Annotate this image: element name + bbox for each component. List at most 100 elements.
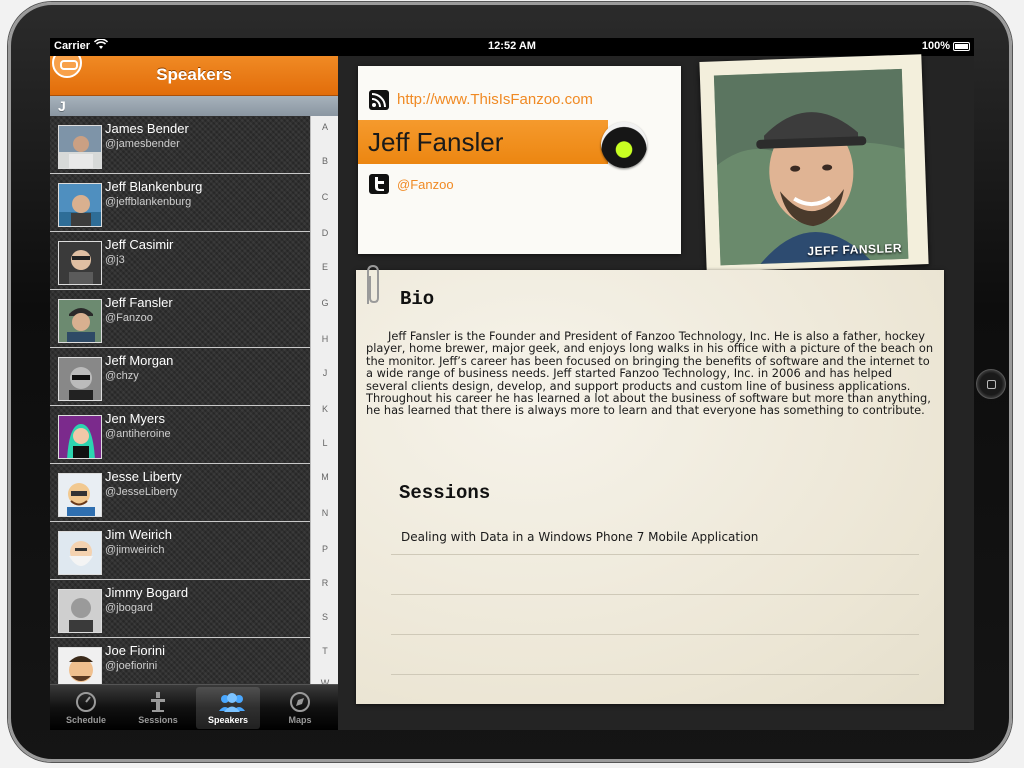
avatar (58, 531, 102, 575)
avatar (58, 299, 102, 343)
tab-speakers[interactable]: Speakers (196, 687, 260, 729)
section-header-j: J (50, 96, 338, 116)
home-square-icon (987, 380, 996, 389)
clock-time: 12:52 AM (488, 40, 536, 52)
speakers-panel: Speakers J James Bender @jamesbender Jef… (50, 56, 338, 730)
compass-icon (289, 691, 311, 713)
speakers-header: Speakers (50, 56, 338, 96)
tab-sessions[interactable]: Sessions (126, 687, 190, 729)
sessions-heading: Sessions (399, 482, 491, 504)
index-letter[interactable]: G (311, 298, 338, 308)
speaker-handle: @Fanzoo (105, 312, 153, 324)
speaker-handle: @jamesbender (105, 138, 180, 150)
speaker-name: Jeff Blankenburg (105, 179, 203, 194)
bio-panel: Bio Jeff Fansler is the Founder and Pres… (356, 264, 944, 704)
tab-label: Speakers (207, 715, 249, 725)
avatar (58, 415, 102, 459)
index-letter[interactable]: L (311, 438, 338, 448)
speaker-name: Jeff Casimir (105, 237, 174, 252)
index-letter[interactable]: R (311, 578, 338, 588)
index-letter[interactable]: E (311, 262, 338, 272)
website-link[interactable]: http://www.ThisIsFanzoo.com (397, 91, 593, 108)
speaker-row[interactable]: Jim Weirich @jimweirich (50, 522, 310, 580)
status-bar: Carrier 12:52 AM 100% (50, 38, 974, 56)
bio-heading: Bio (400, 288, 435, 310)
index-letter[interactable]: N (311, 508, 338, 518)
avatar (58, 589, 102, 633)
speaker-name-title: Jeff Fansler (368, 127, 504, 157)
session-item[interactable]: Dealing with Data in a Windows Phone 7 M… (401, 530, 758, 544)
speaker-handle: @jimweirich (105, 544, 165, 556)
speaker-photo-frame: JEFF FANSLER (699, 54, 929, 272)
speaker-row[interactable]: James Bender @jamesbender (50, 116, 310, 174)
avatar (58, 125, 102, 169)
avatar (58, 183, 102, 227)
speaker-name: Jeff Morgan (105, 353, 174, 368)
speaker-handle: @j3 (105, 254, 125, 266)
index-letter[interactable]: P (311, 544, 338, 554)
divider (391, 674, 919, 675)
tab-label: Sessions (138, 715, 178, 725)
tab-label: Maps (288, 715, 312, 725)
speaker-name: Jesse Liberty (105, 469, 182, 484)
speaker-row[interactable]: Jesse Liberty @JesseLiberty (50, 464, 310, 522)
clock-icon (75, 691, 97, 713)
twitter-icon (369, 174, 389, 194)
home-button[interactable] (976, 369, 1006, 399)
speaker-handle: @joefiorini (105, 660, 158, 672)
divider (391, 634, 919, 635)
speaker-name: Jim Weirich (105, 527, 172, 542)
tab-maps[interactable]: Maps (268, 687, 332, 729)
index-letter[interactable]: C (311, 192, 338, 202)
speaker-row[interactable]: Jeff Blankenburg @jeffblankenburg (50, 174, 310, 232)
speaker-name: James Bender (105, 121, 189, 136)
speakers-title: Speakers (156, 65, 232, 84)
fanzoo-logo-icon (601, 122, 647, 168)
divider (391, 594, 919, 595)
avatar (58, 241, 102, 285)
speaker-handle: @jeffblankenburg (105, 196, 192, 208)
index-letter[interactable]: J (311, 368, 338, 378)
speaker-row[interactable]: Jeff Fansler @Fanzoo (50, 290, 310, 348)
battery-percent: 100% (921, 40, 950, 52)
divider (391, 554, 919, 555)
alphabet-index[interactable]: A B C D E G H J K L M N P R S T W (310, 116, 338, 688)
index-letter[interactable]: M (311, 472, 338, 482)
speaker-row[interactable]: Jeff Morgan @chzy (50, 348, 310, 406)
battery-icon (953, 42, 970, 51)
name-band: Jeff Fansler (358, 120, 608, 164)
speaker-handle: @JesseLiberty (105, 486, 178, 498)
speaker-name: Joe Fiorini (105, 643, 165, 658)
index-letter[interactable]: A (311, 122, 338, 132)
speaker-name: Jeff Fansler (105, 295, 173, 310)
tab-label: Schedule (65, 715, 106, 725)
speaker-list: James Bender @jamesbender Jeff Blankenbu… (50, 116, 310, 696)
speaker-name: Jen Myers (105, 411, 165, 426)
index-letter[interactable]: B (311, 156, 338, 166)
index-letter[interactable]: H (311, 334, 338, 344)
paperclip-icon (360, 264, 386, 310)
avatar (58, 357, 102, 401)
speaker-row[interactable]: Jeff Casimir @j3 (50, 232, 310, 290)
avatar (58, 473, 102, 517)
speaker-handle: @antiheroine (105, 428, 171, 440)
speaker-card: http://www.ThisIsFanzoo.com Jeff Fansler… (358, 66, 681, 254)
speaker-handle: @chzy (105, 370, 139, 382)
index-letter[interactable]: S (311, 612, 338, 622)
speaker-handle: @jbogard (105, 602, 153, 614)
bio-text: Jeff Fansler is the Founder and Presiden… (366, 329, 934, 418)
tab-schedule[interactable]: Schedule (54, 687, 118, 729)
people-icon (217, 691, 245, 713)
speaker-row[interactable]: Jen Myers @antiheroine (50, 406, 310, 464)
tab-bar: Schedule Sessions Speakers Maps (50, 684, 338, 730)
index-letter[interactable]: D (311, 228, 338, 238)
speaker-detail: http://www.ThisIsFanzoo.com Jeff Fansler… (338, 54, 974, 730)
twitter-link[interactable]: @Fanzoo (397, 177, 454, 192)
rss-icon (369, 90, 389, 110)
screen: Carrier 12:52 AM 100% Speakers J James B… (50, 38, 974, 730)
speaker-row[interactable]: Jimmy Bogard @jbogard (50, 580, 310, 638)
index-letter[interactable]: K (311, 404, 338, 414)
index-letter[interactable]: T (311, 646, 338, 656)
speaker-name: Jimmy Bogard (105, 585, 189, 600)
speaker-photo: JEFF FANSLER (713, 68, 909, 266)
